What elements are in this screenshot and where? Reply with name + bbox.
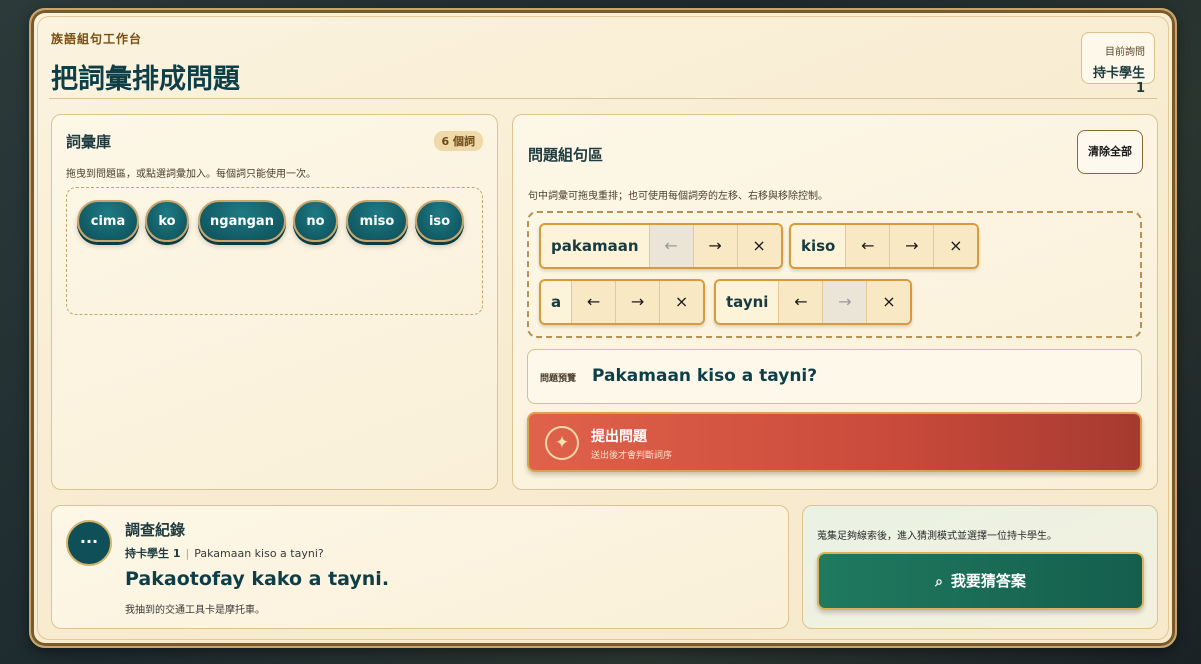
search-icon: ⌕ [935,573,943,589]
sparkle-icon: ✦ [545,426,579,460]
app-kicker: 族語組句工作台 [51,32,143,46]
guess-hint: 蒐集足夠線索後，進入猜測模式並選擇一位持卡學生。 [817,531,1057,542]
move-left-button[interactable]: ← [571,281,616,323]
header-divider [49,98,1157,99]
word-chip-ngangan[interactable]: ngangan [198,200,286,242]
token-word: kiso [801,237,836,255]
sentence-token[interactable]: pakamaan ← → × [539,223,783,269]
submit-label: 提出問題 [591,428,647,444]
investigation-log-panel: ··· 調查紀錄 持卡學生 1 | Pakamaan kiso a tayni? P… [51,505,789,629]
log-note: 我抽到的交通工具卡是摩托車。 [125,605,265,616]
composer-hint: 句中詞彙可拖曳重排；也可使用每個詞旁的左移、右移與移除控制。 [528,191,828,202]
remove-token-button[interactable]: × [736,225,781,267]
move-right-button[interactable]: → [692,225,737,267]
sentence-dropzone[interactable]: pakamaan ← → × kiso ← → × a ← → × tayni … [527,211,1142,338]
sentence-token[interactable]: a ← → × [539,279,706,325]
submit-sublabel: 送出後才會判斷詞序 [591,450,673,460]
preview-label: 問題預覽 [540,374,577,384]
move-right-button[interactable]: → [889,225,934,267]
guess-answer-button[interactable]: ⌕ 我要猜答案 [817,552,1144,610]
remove-token-button[interactable]: × [659,281,704,323]
guess-button-label: 我要猜答案 [950,573,1026,590]
submit-question-button[interactable]: ✦ 提出問題 送出後才會判斷詞序 [527,412,1142,472]
log-title: 調查紀錄 [125,521,186,539]
word-chip-ko[interactable]: ko [145,200,189,242]
word-bank-panel: 詞彙庫 6 個詞 拖曳到問題區，或點選詞彙加入。每個詞只能使用一次。 cima … [51,114,498,490]
word-chip-miso[interactable]: miso [346,200,408,242]
current-asker-label: 目前詢問 [1105,47,1145,58]
workbench-frame: 族語組句工作台 把詞彙排成問題 目前詢問 持卡學生 1 詞彙庫 6 個詞 拖曳到… [29,8,1177,648]
move-left-button[interactable]: ← [648,225,693,267]
move-right-button[interactable]: → [615,281,660,323]
meta-separator: | [185,547,190,560]
word-bank-dropzone[interactable]: cima ko ngangan no miso iso [66,187,483,315]
token-word: tayni [726,293,769,311]
word-bank-title: 詞彙庫 [66,133,112,151]
clear-all-button[interactable]: 清除全部 [1077,130,1143,174]
move-left-button[interactable]: ← [845,225,890,267]
word-bank-hint: 拖曳到問題區，或點選詞彙加入。每個詞只能使用一次。 [66,169,316,180]
token-word: a [551,293,562,311]
word-chip-iso[interactable]: iso [415,200,464,242]
sentence-token[interactable]: tayni ← → × [714,279,913,325]
move-left-button[interactable]: ← [778,281,823,323]
sentence-token[interactable]: kiso ← → × [789,223,980,269]
log-asker: 持卡學生 1 [125,547,181,560]
remove-token-button[interactable]: × [933,225,978,267]
token-word: pakamaan [551,237,639,255]
current-asker-card: 目前詢問 持卡學生 1 [1081,32,1155,96]
current-asker-value: 持卡學生 1 [1092,66,1145,96]
avatar: ··· [66,520,112,566]
log-question: Pakamaan kiso a tayni? [194,547,324,560]
header: 族語組句工作台 把詞彙排成問題 [51,30,240,96]
word-chip-cima[interactable]: cima [77,200,139,242]
word-count-badge: 6 個詞 [433,131,483,151]
composer-title: 問題組句區 [528,146,604,164]
question-preview: 問題預覽 Pakamaan kiso a tayni? [527,349,1142,404]
question-composer-panel: 問題組句區 清除全部 句中詞彙可拖曳重排；也可使用每個詞旁的左移、右移與移除控制… [512,114,1158,490]
word-chip-no[interactable]: no [293,200,338,242]
log-answer: Pakaotofay kako a tayni. [125,568,390,590]
preview-text: Pakamaan kiso a tayni? [592,366,818,386]
log-meta: 持卡學生 1 | Pakamaan kiso a tayni? [125,545,324,561]
page-title: 把詞彙排成問題 [51,64,240,95]
guess-panel: 蒐集足夠線索後，進入猜測模式並選擇一位持卡學生。 ⌕ 我要猜答案 [802,505,1158,629]
move-right-button[interactable]: → [822,281,867,323]
remove-token-button[interactable]: × [866,281,911,323]
